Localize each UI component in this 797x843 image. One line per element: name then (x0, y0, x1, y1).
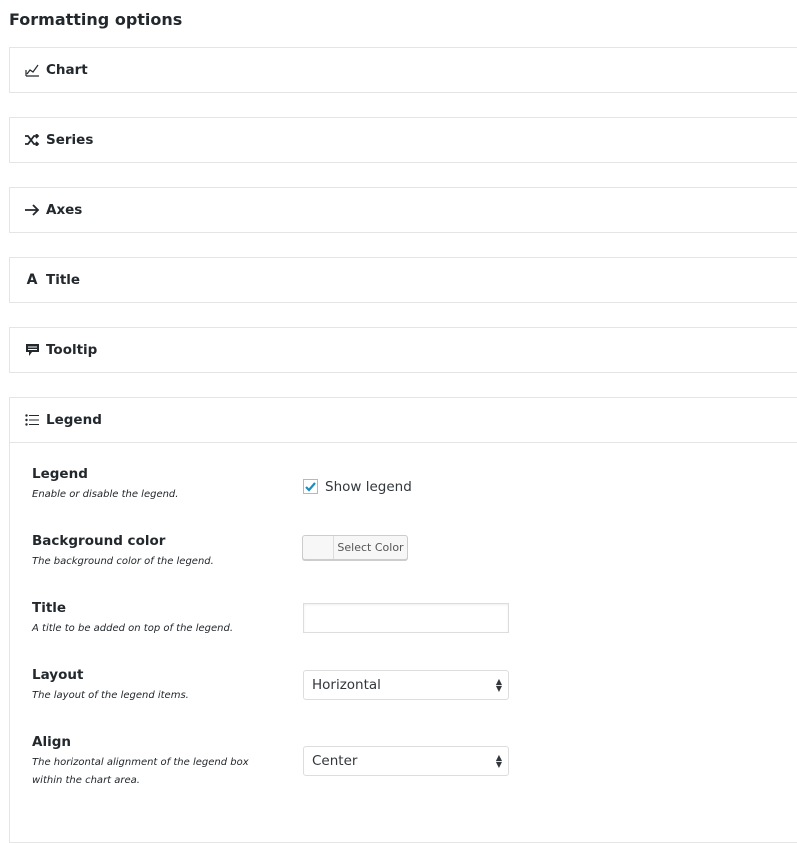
list-icon (24, 412, 40, 428)
panel-axes-label: Axes (46, 202, 83, 218)
bg-color-label: Background color (32, 533, 166, 549)
layout-select[interactable]: Horizontal ▲ ▼ (303, 670, 509, 700)
bg-color-desc: The background color of the legend. (32, 556, 214, 567)
panel-tooltip-label: Tooltip (46, 342, 98, 358)
panel-chart-label: Chart (46, 62, 88, 78)
panel-legend-header[interactable]: Legend (10, 398, 797, 442)
select-arrows-icon: ▲ ▼ (495, 677, 502, 693)
legend-show-desc: Enable or disable the legend. (32, 489, 179, 500)
panel-series[interactable]: Series (9, 117, 797, 163)
legend-title-label: Title (32, 600, 67, 616)
checkbox[interactable] (303, 479, 318, 494)
arrow-right-icon (24, 202, 40, 218)
color-swatch (303, 536, 334, 559)
align-value: Center (312, 753, 358, 769)
align-select[interactable]: Center ▲ ▼ (303, 746, 509, 776)
layout-value: Horizontal (312, 677, 381, 693)
show-legend-checkbox[interactable]: Show legend (303, 476, 412, 495)
panel-title-label: Title (46, 272, 81, 288)
select-arrows-icon: ▲ ▼ (495, 753, 502, 769)
panel-title[interactable]: A Title (9, 257, 797, 303)
shuffle-icon (24, 132, 40, 148)
select-color-button[interactable]: Select Color (302, 535, 408, 560)
legend-title-input[interactable] (303, 603, 509, 633)
legend-show-label: Legend (32, 466, 88, 482)
select-color-text: Select Color (337, 541, 404, 554)
panel-axes[interactable]: Axes (9, 187, 797, 233)
page-title: Formatting options (9, 10, 183, 29)
panel-series-label: Series (46, 132, 94, 148)
legend-title-desc: A title to be added on top of the legend… (32, 623, 234, 634)
chart-line-icon (24, 62, 40, 78)
layout-label: Layout (32, 667, 84, 683)
panel-tooltip[interactable]: Tooltip (9, 327, 797, 373)
align-desc: The horizontal alignment of the legend b… (32, 757, 249, 786)
align-label: Align (32, 734, 71, 750)
panel-legend: Legend Legend Enable or disable the legen… (9, 397, 797, 843)
show-legend-label: Show legend (325, 478, 412, 495)
panel-legend-label: Legend (46, 412, 102, 428)
panel-chart[interactable]: Chart (9, 47, 797, 93)
layout-desc: The layout of the legend items. (32, 690, 189, 701)
letter-a-icon: A (26, 272, 38, 288)
speech-bubble-icon (24, 342, 40, 358)
